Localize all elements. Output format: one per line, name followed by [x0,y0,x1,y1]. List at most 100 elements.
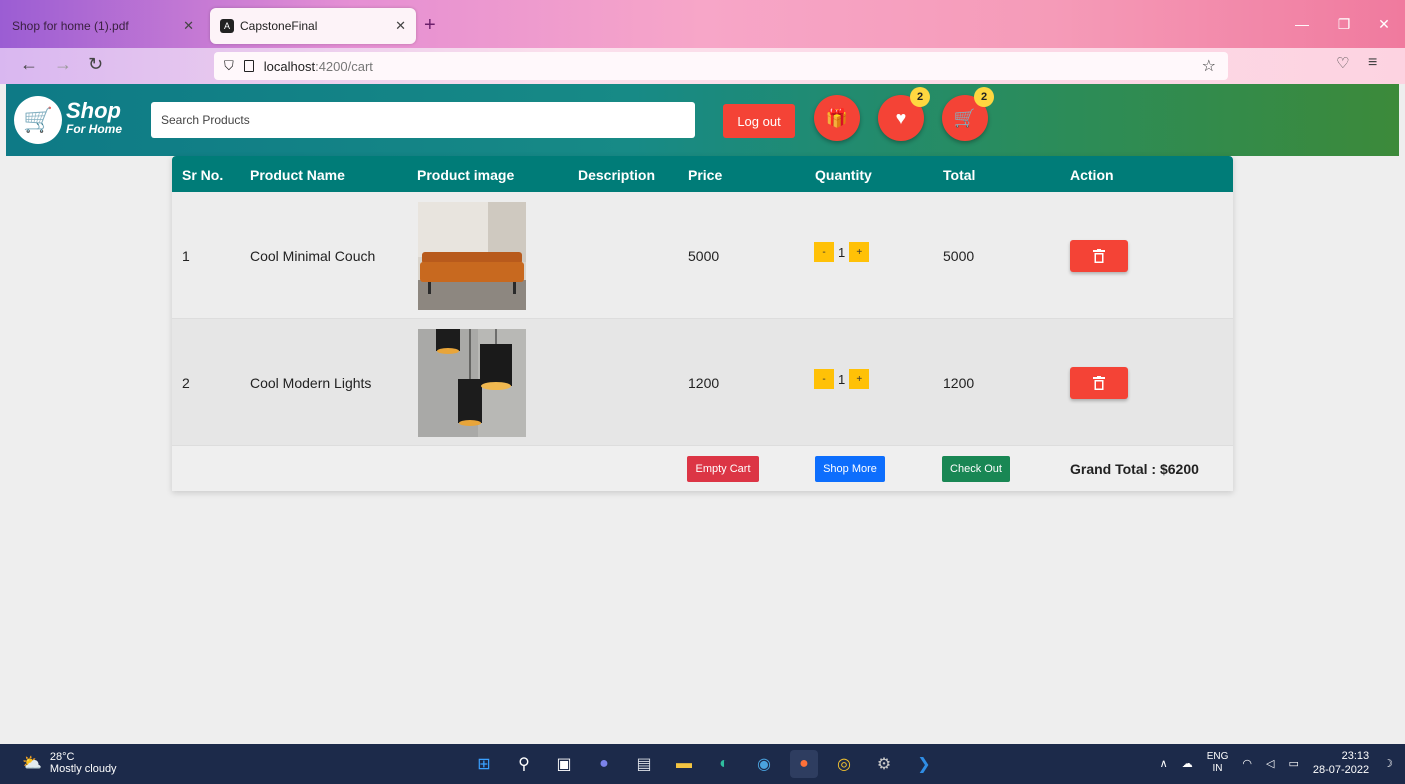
browser-tab-bar: Shop for home (1).pdf ✕ A CapstoneFinal … [0,0,1405,48]
cloud-sun-icon: ⛅ [22,755,42,772]
shield-icon: ⛉ [224,58,234,73]
row-total: 5000 [943,248,975,264]
lang-bottom: IN [1212,763,1223,774]
minimize-icon[interactable]: — [1282,10,1322,38]
table-row: 2 Cool Modern Lights 1200 - 1 + 1200 [172,319,1233,446]
notifications-icon[interactable]: ☽ [1383,757,1393,770]
logo-line1: Shop [66,98,121,123]
trash-icon [1093,248,1105,263]
weather-widget[interactable]: ⛅ 28°C Mostly cloudy [22,751,117,775]
system-tray: ∧ ☁ ENG IN ◠ ◁ ▭ 23:13 28-07-2022 ☽ [1160,749,1393,777]
checkout-button[interactable]: Check Out [942,456,1010,482]
grand-total: Grand Total : $6200 [1070,461,1199,477]
firefox-icon[interactable]: ● [790,750,818,778]
wifi-icon[interactable]: ◠ [1242,757,1252,770]
cart-footer: Empty Cart Shop More Check Out Grand Tot… [172,446,1233,491]
search-input[interactable] [151,102,695,138]
language-indicator[interactable]: ENG IN [1207,751,1229,775]
wishlist-count-badge: 2 [910,87,930,107]
windows-start-icon[interactable]: ⊞ [470,750,498,778]
logo-cart-icon: 🛒 [23,106,53,134]
cart-button[interactable]: 🛒 2 [942,87,994,141]
shop-more-button[interactable]: Shop More [815,456,885,482]
logo-line2: For Home [66,122,123,136]
column-header: Quantity [815,167,872,183]
qty-value: 1 [838,371,846,387]
row-product-name: Cool Modern Lights [250,375,372,391]
row-total: 1200 [943,375,975,391]
search-icon[interactable]: ⚲ [510,750,538,778]
row-sr: 1 [182,248,190,264]
chrome-icon[interactable]: ◎ [830,750,858,778]
row-price: 1200 [688,375,720,391]
table-header: Sr No. Product Name Product image Descri… [172,156,1233,192]
clock-date: 28-07-2022 [1312,764,1370,776]
qty-decrease-button[interactable]: - [814,369,834,389]
url-bar[interactable]: ⛉ localhost:4200/cart ☆ [214,52,1228,80]
teams-icon[interactable]: ● [590,750,618,778]
logo[interactable]: 🛒 [14,96,62,144]
quantity-stepper: - 1 + [814,242,870,262]
column-header: Description [578,167,656,183]
delete-item-button[interactable] [1070,367,1128,399]
column-header: Total [943,167,976,183]
trash-icon [1093,375,1105,390]
pocket-icon[interactable]: ♡ [1336,54,1349,72]
logout-button[interactable]: Log out [723,104,795,138]
tab-title: Shop for home (1).pdf [12,19,129,33]
column-header: Action [1070,167,1114,183]
new-tab-icon[interactable]: + [424,14,436,37]
row-price: 5000 [688,248,720,264]
store-icon[interactable]: ▤ [630,750,658,778]
settings-gear-icon[interactable]: ⚙ [870,750,898,778]
bookmark-star-icon[interactable]: ☆ [1202,56,1216,76]
browser-nav-bar: ← → ↻ ⛉ localhost:4200/cart ☆ ♡ ≡ [0,48,1405,84]
qty-increase-button[interactable]: + [849,242,870,262]
reload-icon[interactable]: ↻ [88,54,103,75]
qty-increase-button[interactable]: + [849,369,870,389]
close-icon[interactable]: ✕ [395,18,406,34]
vscode-icon[interactable]: ❯ [910,750,938,778]
table-row: 1 Cool Minimal Couch 5000 - 1 + 5000 [172,192,1233,319]
page-icon [243,60,254,72]
product-image-lights [418,329,526,437]
telegram-icon[interactable]: ◉ [750,750,778,778]
weather-desc: Mostly cloudy [49,763,117,775]
tab-capstonefinal[interactable]: A CapstoneFinal ✕ [210,8,416,44]
file-explorer-icon[interactable]: ▬ [670,750,698,778]
clock[interactable]: 23:13 28-07-2022 [1313,749,1369,777]
taskbar: ⛅ 28°C Mostly cloudy ⊞ ⚲ ▣ ● ▤ ▬ ◐ ◉ ● ◎… [0,744,1405,784]
product-image-couch [418,202,526,310]
restore-icon[interactable]: ❐ [1324,10,1364,38]
qty-value: 1 [838,244,846,260]
cloud-icon[interactable]: ☁ [1182,757,1193,770]
angular-icon: A [220,19,234,33]
quantity-stepper: - 1 + [814,369,870,389]
row-sr: 2 [182,375,190,391]
battery-icon[interactable]: ▭ [1288,757,1298,770]
volume-icon[interactable]: ◁ [1266,757,1274,770]
edge-icon[interactable]: ◐ [710,750,738,778]
qty-decrease-button[interactable]: - [814,242,834,262]
delete-item-button[interactable] [1070,240,1128,272]
chevron-up-icon[interactable]: ∧ [1160,757,1168,770]
back-icon[interactable]: ← [20,54,38,75]
empty-cart-button[interactable]: Empty Cart [687,456,759,482]
forward-icon[interactable]: → [54,54,72,75]
close-icon[interactable]: ✕ [183,18,194,34]
close-window-icon[interactable]: ✕ [1364,10,1404,38]
app-header: 🛒 Shop For Home Log out 🎁 ♥ 2 🛒 2 [6,84,1399,156]
wishlist-button[interactable]: ♥ 2 [878,87,930,141]
column-header: Sr No. [182,167,224,183]
task-view-icon[interactable]: ▣ [550,750,578,778]
orders-button[interactable]: 🎁 [814,95,860,141]
cart-table: Sr No. Product Name Product image Descri… [172,156,1233,491]
heart-icon: ♥ [895,107,907,128]
gift-icon: 🎁 [825,107,849,128]
url-host: localhost [263,58,316,74]
logo-text: Shop For Home [66,98,123,137]
lang-top: ENG [1206,751,1229,762]
tab-pdf[interactable]: Shop for home (1).pdf ✕ [2,8,204,44]
menu-icon[interactable]: ≡ [1368,54,1377,72]
column-header: Product image [417,167,515,183]
